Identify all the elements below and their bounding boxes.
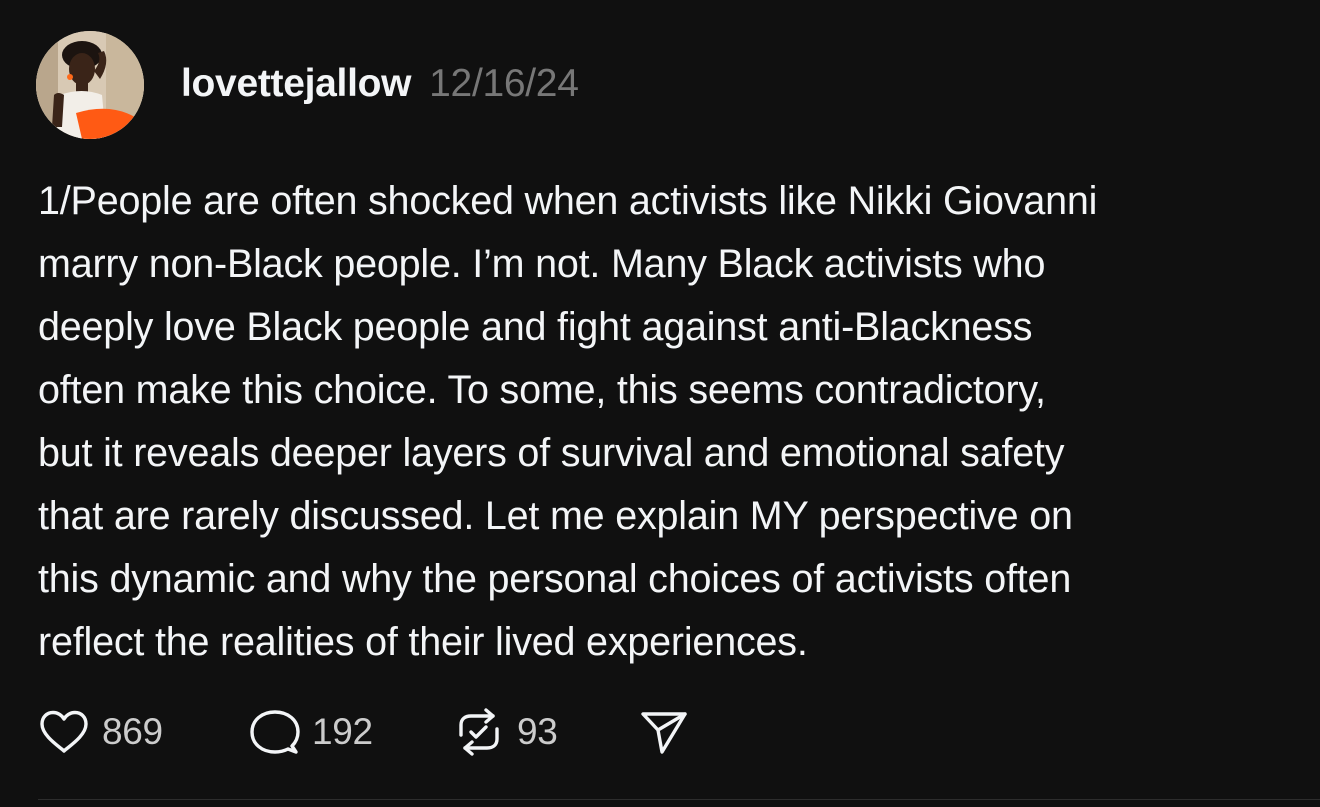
post-timestamp[interactable]: 12/16/24 [429, 62, 579, 106]
post-text-line: but it reveals deeper layers of survival… [38, 431, 1065, 475]
post-text-line: 1/People are often shocked when activist… [38, 179, 1098, 223]
profile-photo [36, 31, 144, 139]
post-text-line: this dynamic and why the personal choice… [38, 557, 1072, 601]
post-actions: 869 192 93 [38, 702, 690, 762]
divider [38, 799, 1320, 800]
post-text-line: marry non-Black people. I’m not. Many Bl… [38, 242, 1046, 286]
like-button[interactable]: 869 [38, 709, 248, 755]
repost-count: 93 [517, 711, 558, 752]
send-icon[interactable] [638, 708, 690, 756]
post-header: lovettejallow 12/16/24 [181, 62, 579, 110]
comment-bubble-icon[interactable] [248, 708, 300, 756]
reply-button[interactable]: 192 [248, 708, 453, 756]
repost-button[interactable]: 93 [453, 707, 638, 757]
post-text-line: deeply love Black people and fight again… [38, 305, 1033, 349]
username[interactable]: lovettejallow [181, 62, 411, 106]
post-text: 1/People are often shocked when activist… [38, 170, 1298, 674]
post-text-line: reflect the realities of their lived exp… [38, 620, 808, 664]
repost-icon[interactable] [453, 707, 505, 757]
share-button[interactable] [638, 708, 690, 756]
reply-count: 192 [312, 711, 373, 752]
thread-post: lovettejallow 12/16/24 1/People are ofte… [0, 0, 1320, 807]
avatar[interactable] [36, 31, 144, 139]
post-text-line: often make this choice. To some, this se… [38, 368, 1046, 412]
heart-icon[interactable] [38, 709, 90, 755]
like-count: 869 [102, 711, 163, 752]
post-text-line: that are rarely discussed. Let me explai… [38, 494, 1073, 538]
